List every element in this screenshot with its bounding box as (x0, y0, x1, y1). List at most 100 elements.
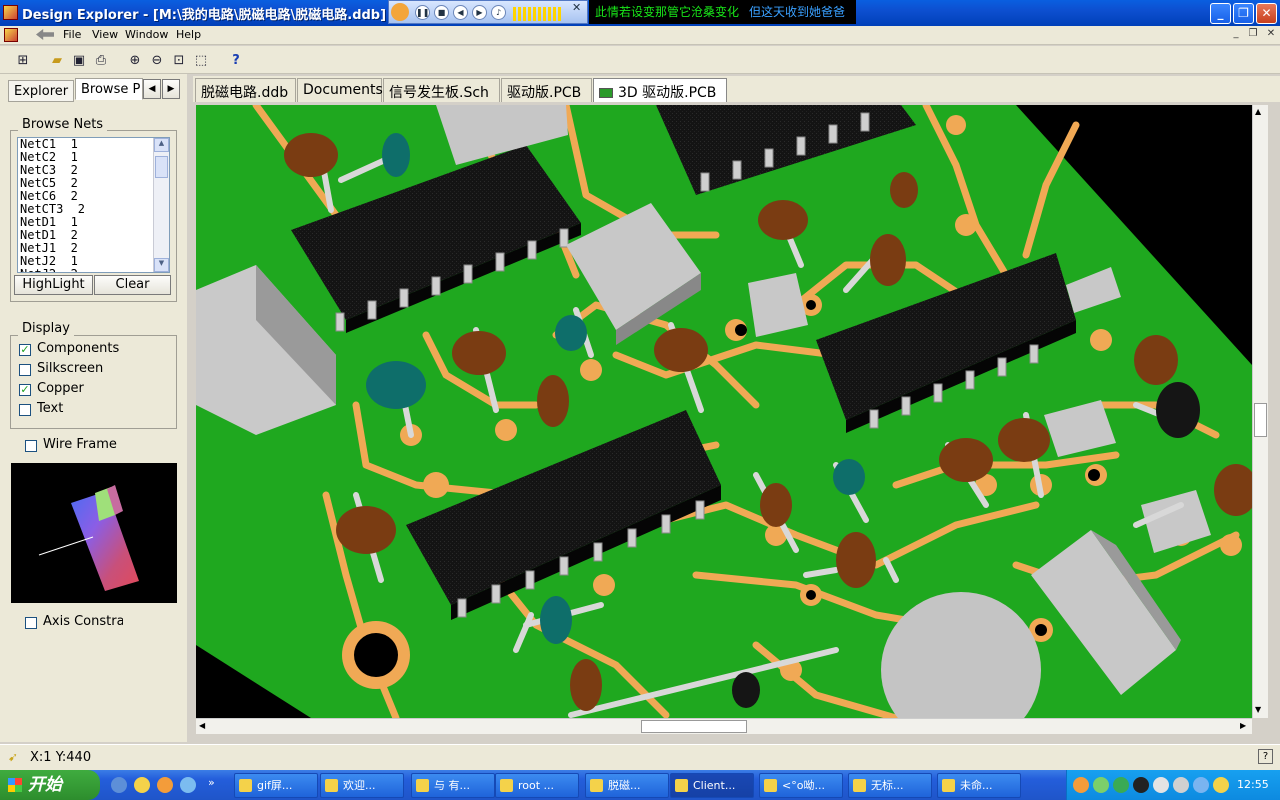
doc-tab-0[interactable]: 脱磁电路.ddb (195, 78, 296, 102)
status-help-icon[interactable]: ? (1258, 749, 1273, 764)
lyric-line-1: 此情若设变那管它沧桑变化 (595, 5, 740, 19)
clear-button[interactable]: Clear (94, 275, 171, 295)
menu-view[interactable]: View (92, 28, 118, 41)
taskbar-button[interactable]: 未命... (937, 773, 1021, 798)
scroll-up-button[interactable]: ▲ (154, 138, 169, 152)
media-player-widget: ❚❚ ■ ◀ ▶ ♪ ✕ (388, 0, 588, 24)
help-icon[interactable]: ? (227, 52, 245, 69)
v-scroll-thumb[interactable] (1254, 403, 1267, 437)
scroll-down-button[interactable]: ▼ (154, 258, 169, 272)
clock: 12:55 (1237, 778, 1269, 791)
pointer-icon: ➹ (8, 750, 19, 764)
tray-messenger-icon[interactable] (1153, 777, 1169, 793)
quicklaunch-face-icon[interactable] (157, 777, 173, 793)
player-avatar-icon (391, 3, 409, 21)
tab-scroll-right-button[interactable]: ▶ (162, 79, 180, 99)
net-list-scrollbar[interactable]: ▲ ▼ (153, 138, 169, 272)
title-bar: Design Explorer - [M:\我的电路\脱磁电路\脱磁电路.ddb… (0, 0, 1280, 26)
back-arrow-icon[interactable] (36, 29, 54, 40)
menu-help[interactable]: Help (176, 28, 201, 41)
silkscreen-checkbox[interactable] (19, 364, 31, 376)
quicklaunch-ie-icon[interactable] (180, 777, 196, 793)
lyric-line-2: 但这天收到她爸爸 (749, 5, 846, 19)
tray-umbrella-icon[interactable] (1213, 777, 1229, 793)
stop-icon[interactable]: ■ (434, 5, 449, 20)
tray-security-icon[interactable] (1113, 777, 1129, 793)
copper-checkbox[interactable]: ✓ (19, 384, 31, 396)
doc-tab-4[interactable]: 3D 驱动版.PCB (593, 78, 727, 102)
start-label: 开始 (28, 775, 62, 795)
highlight-button[interactable]: HighLight (14, 275, 93, 295)
tab-scroll-left-button[interactable]: ◀ (143, 79, 161, 99)
zoom-area-icon[interactable]: ⬚ (192, 52, 210, 69)
tray-ime-icon[interactable] (1193, 777, 1209, 793)
player-close-icon[interactable]: ✕ (572, 1, 581, 14)
doc-tab-label: 3D 驱动版.PCB (618, 85, 717, 101)
doc-tab-2[interactable]: 信号发生板.Sch (383, 78, 500, 102)
h-scroll-left-icon[interactable]: ◀ (199, 721, 205, 730)
net-list[interactable]: NetC1 1 NetC2 1 NetC3 2 NetC5 2 NetC6 2 NetCT… (17, 137, 170, 273)
taskbar-button[interactable]: 脱磁... (585, 773, 669, 798)
zoom-out-icon[interactable]: ⊖ (148, 52, 166, 69)
project-tree-icon[interactable]: ⊞ (14, 52, 32, 69)
taskbar-button[interactable]: <°o呦... (759, 773, 843, 798)
print-icon[interactable]: ⎙ (92, 52, 110, 69)
text-checkbox[interactable] (19, 404, 31, 416)
document-icon[interactable] (4, 28, 18, 42)
taskbar-button[interactable]: 无标... (848, 773, 932, 798)
prev-icon[interactable]: ◀ (453, 5, 468, 20)
tab-explorer[interactable]: Explorer (8, 80, 74, 102)
minimize-button[interactable]: _ (1210, 3, 1231, 24)
net-list-item[interactable]: NetJ2 2 (20, 268, 169, 273)
open-folder-icon[interactable]: ▰ (48, 52, 66, 69)
save-icon[interactable]: ▣ (70, 52, 88, 69)
next-icon[interactable]: ▶ (472, 5, 487, 20)
axis-constrain-checkbox[interactable] (25, 617, 37, 629)
app-icon[interactable] (3, 5, 18, 20)
maximize-button[interactable]: ❐ (1233, 3, 1254, 24)
windows-logo-icon (8, 778, 22, 792)
taskbar-button[interactable]: Client... (670, 773, 754, 798)
taskbar-button[interactable]: 与 有... (411, 773, 495, 798)
orientation-preview[interactable] (11, 463, 177, 603)
tab-browse[interactable]: Browse P (75, 78, 143, 100)
taskbar-button[interactable]: gif屏... (234, 773, 318, 798)
display-title: Display (18, 321, 74, 336)
h-scroll-right-icon[interactable]: ▶ (1240, 721, 1246, 730)
tray-network-icon[interactable] (1093, 777, 1109, 793)
volume-icon[interactable]: ♪ (491, 5, 506, 20)
zoom-fit-icon[interactable]: ⊡ (170, 52, 188, 69)
tray-volume-icon[interactable] (1173, 777, 1189, 793)
tray-face-icon[interactable] (1073, 777, 1089, 793)
quicklaunch-qq-icon[interactable] (134, 777, 150, 793)
h-scroll-thumb[interactable] (641, 720, 747, 733)
menu-file[interactable]: File (63, 28, 81, 41)
wire-frame-checkbox[interactable] (25, 440, 37, 452)
components-checkbox[interactable]: ✓ (19, 344, 31, 356)
copper-label: Copper (37, 381, 84, 396)
pcb-3d-viewport[interactable] (196, 105, 1252, 718)
mdi-restore-button[interactable]: ❐ (1245, 28, 1261, 42)
left-panel: Explorer Browse P ◀ ▶ Browse Nets NetC1 … (0, 74, 187, 742)
horizontal-scrollbar[interactable]: ◀ ▶ (196, 718, 1252, 734)
taskbar-button[interactable]: root ... (495, 773, 579, 798)
mdi-close-button[interactable]: ✕ (1263, 28, 1279, 42)
doc-tab-3[interactable]: 驱动版.PCB (501, 78, 592, 102)
zoom-in-icon[interactable]: ⊕ (126, 52, 144, 69)
close-button[interactable]: ✕ (1256, 3, 1277, 24)
quicklaunch-messenger-icon[interactable] (111, 777, 127, 793)
taskbar-button[interactable]: 欢迎... (320, 773, 404, 798)
mdi-minimize-button[interactable]: _ (1228, 28, 1244, 42)
pause-icon[interactable]: ❚❚ (415, 5, 430, 20)
doc-tab-label: Documents (303, 82, 383, 98)
v-scroll-down-icon[interactable]: ▼ (1255, 705, 1261, 714)
vertical-scrollbar[interactable]: ▲ ▼ (1252, 105, 1268, 718)
scroll-thumb[interactable] (155, 156, 168, 178)
silkscreen-label: Silkscreen (37, 361, 104, 376)
doc-tab-1[interactable]: Documents (297, 78, 383, 102)
tray-antivirus-icon[interactable] (1133, 777, 1149, 793)
v-scroll-up-icon[interactable]: ▲ (1255, 107, 1261, 116)
quicklaunch-more-icon[interactable]: » (208, 776, 215, 789)
menu-window[interactable]: Window (125, 28, 168, 41)
browse-nets-title: Browse Nets (18, 117, 108, 132)
